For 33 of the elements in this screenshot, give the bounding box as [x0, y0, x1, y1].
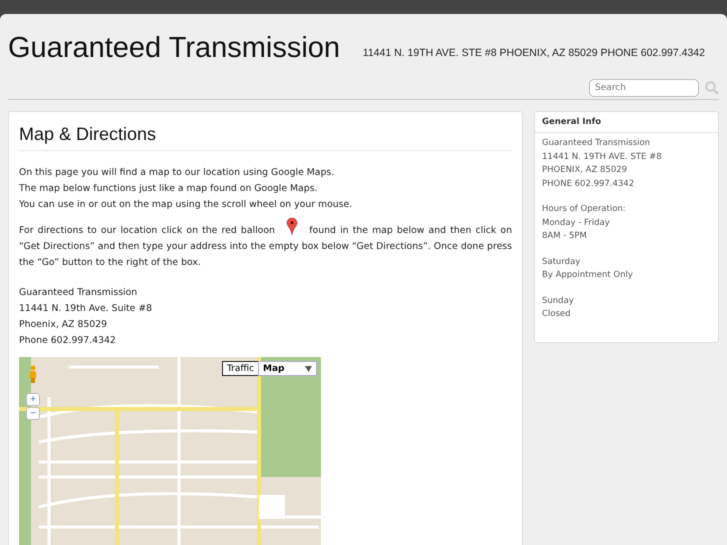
directions-text: For directions to our location click on the red balloon found in the map below and then click on “Get Directions” and then type your address into the empty box below “Get Directions”. Once done press the “Go” button to the right of the box.: [19, 217, 512, 271]
contact-line: Phoenix, AZ 85029: [19, 318, 108, 332]
intro-text: You can use in or out on the map using the scroll wheel on your mouse.: [19, 198, 354, 212]
map-view[interactable]: + − Traffic Map: [19, 357, 321, 545]
page-heading: Map & Directions: [19, 124, 512, 151]
intro-text: The map below functions just like a map found on Google Maps.: [19, 182, 318, 196]
contact-line: Guaranteed Transmission: [19, 286, 138, 300]
info-line: 8AM - 5PM: [542, 230, 588, 243]
contact-line: Phone 602.997.4342: [19, 334, 117, 348]
map-type-dropdown[interactable]: Map: [258, 361, 317, 376]
intro-text: On this page you will find a map to our location using Google Maps.: [19, 166, 336, 180]
map-pin-icon: [285, 217, 300, 235]
info-line: PHONE 602.997.4342: [542, 178, 636, 190]
sidebar-title: General Info: [535, 112, 718, 133]
info-line: Monday - Friday: [542, 216, 611, 230]
pegman-icon[interactable]: [28, 365, 38, 383]
zoom-out-button[interactable]: −: [26, 407, 40, 420]
info-line: Hours of Operation:: [542, 203, 627, 216]
info-line: Sunday: [542, 294, 575, 308]
header-address: 11441 N. 19TH AVE. STE #8 PHOENIX, AZ 85029 PHONE 602.997.4342: [362, 46, 705, 58]
info-line: By Appointment Only: [542, 269, 634, 282]
info-line: 11441 N. 19TH AVE. STE #8: [542, 150, 663, 164]
info-line: Closed: [542, 308, 572, 321]
site-title: Guaranteed Transmission: [8, 32, 340, 65]
info-line: Guaranteed Transmission: [542, 137, 652, 150]
search-icon[interactable]: [705, 81, 719, 95]
info-line: PHOENIX, AZ 85029: [542, 164, 628, 177]
traffic-toggle[interactable]: Traffic: [222, 361, 260, 376]
info-line: Saturday: [542, 256, 582, 268]
dropdown-caret-icon: [305, 366, 312, 372]
zoom-in-button[interactable]: +: [26, 393, 40, 406]
search-field[interactable]: Search: [589, 79, 699, 97]
contact-line: 11441 N. 19th Ave. Suite #8: [19, 302, 154, 316]
